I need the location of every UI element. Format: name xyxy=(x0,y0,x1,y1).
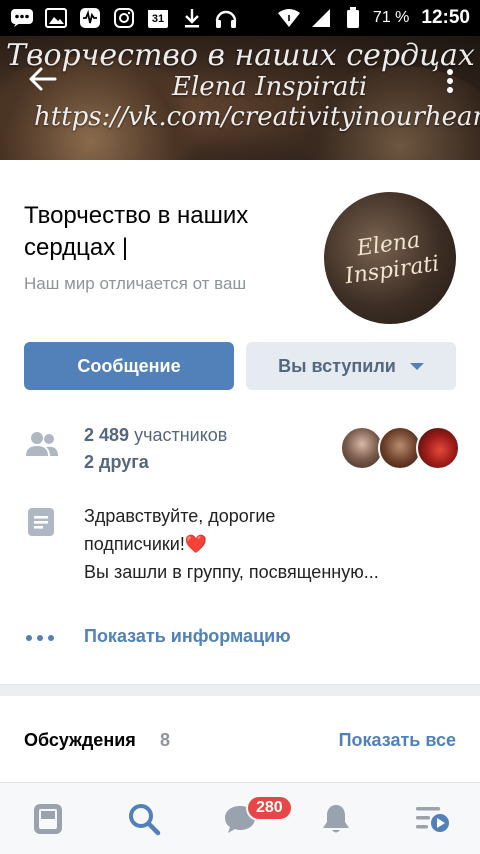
calendar-icon: 31 xyxy=(146,6,170,30)
group-content: Творчество в наших сердцах | Наш мир отл… xyxy=(0,160,480,782)
nav-search[interactable] xyxy=(96,783,192,854)
joined-dropdown-button[interactable]: Вы вступили xyxy=(246,342,456,390)
more-options-button[interactable] xyxy=(440,64,460,98)
back-button[interactable] xyxy=(26,62,60,96)
nav-menu[interactable] xyxy=(384,783,480,854)
clock: 12:50 xyxy=(421,7,470,28)
friend-avatars xyxy=(340,426,460,472)
message-button[interactable]: Сообщение xyxy=(24,342,234,390)
news-icon xyxy=(34,804,62,834)
avatar-logo-text: Elena Inspirati xyxy=(343,227,441,290)
cover-image: Творчество в наших сердцах Elena Inspira… xyxy=(0,36,480,160)
joined-label: Вы вступили xyxy=(278,355,396,376)
show-info-row[interactable]: Показать информацию xyxy=(0,620,480,656)
more-vertical-icon xyxy=(447,69,453,93)
caret-down-icon xyxy=(409,362,424,370)
more-horizontal-icon xyxy=(26,628,58,648)
description-row[interactable]: Здравствуйте, дорогие подписчики!❤️ Вы з… xyxy=(0,502,480,602)
battery-level: 71 % xyxy=(372,9,410,26)
show-info-link[interactable]: Показать информацию xyxy=(84,626,291,647)
search-icon xyxy=(129,804,161,836)
discussions-count: 8 xyxy=(160,730,171,750)
back-arrow-icon xyxy=(29,67,57,91)
section-divider xyxy=(0,684,480,696)
messages-badge: 280 xyxy=(246,795,293,821)
headphones-icon xyxy=(214,6,238,30)
description-text: Здравствуйте, дорогие подписчики!❤️ Вы з… xyxy=(84,506,379,582)
discussions-title: Обсуждения xyxy=(24,730,136,750)
friends-count: 2 друга xyxy=(84,452,149,472)
signal-icon xyxy=(309,6,333,30)
image-icon xyxy=(44,6,68,30)
cover-url: https://vk.com/creativityinourheart xyxy=(34,102,480,132)
voice-icon xyxy=(78,6,102,30)
group-status[interactable]: Наш мир отличается от ваш xyxy=(24,274,298,294)
status-bar: 31 71 % 12:50 xyxy=(0,0,480,36)
bottom-navigation: 280 xyxy=(0,782,480,854)
heart-emoji: ❤️ xyxy=(184,534,208,554)
group-avatar[interactable]: Elena Inspirati xyxy=(324,192,456,324)
members-icon xyxy=(26,432,58,456)
members-row[interactable]: 2 489 участников 2 друга xyxy=(0,418,480,478)
members-count: 2 489 xyxy=(84,425,130,445)
group-title: Творчество в наших сердцах | xyxy=(24,202,249,261)
cover-title: Творчество в наших сердцах xyxy=(6,38,475,73)
discussions-header: Обсуждения 8 Показать все xyxy=(0,726,480,762)
friend-avatar xyxy=(416,426,460,470)
menu-play-icon xyxy=(416,807,449,832)
nav-notifications[interactable] xyxy=(288,783,384,854)
nav-news[interactable] xyxy=(0,783,96,854)
members-info: 2 489 участников 2 друга xyxy=(84,422,227,476)
members-count-label: участников xyxy=(134,425,228,445)
cover-author: Elena Inspirati xyxy=(172,72,368,102)
download-icon xyxy=(180,6,204,30)
battery-icon xyxy=(341,6,365,30)
chat-notification-icon xyxy=(10,6,34,30)
show-all-link[interactable]: Показать все xyxy=(339,730,456,751)
wifi-icon xyxy=(277,6,301,30)
bell-icon xyxy=(323,805,349,833)
instagram-icon xyxy=(112,6,136,30)
document-icon xyxy=(28,508,54,536)
